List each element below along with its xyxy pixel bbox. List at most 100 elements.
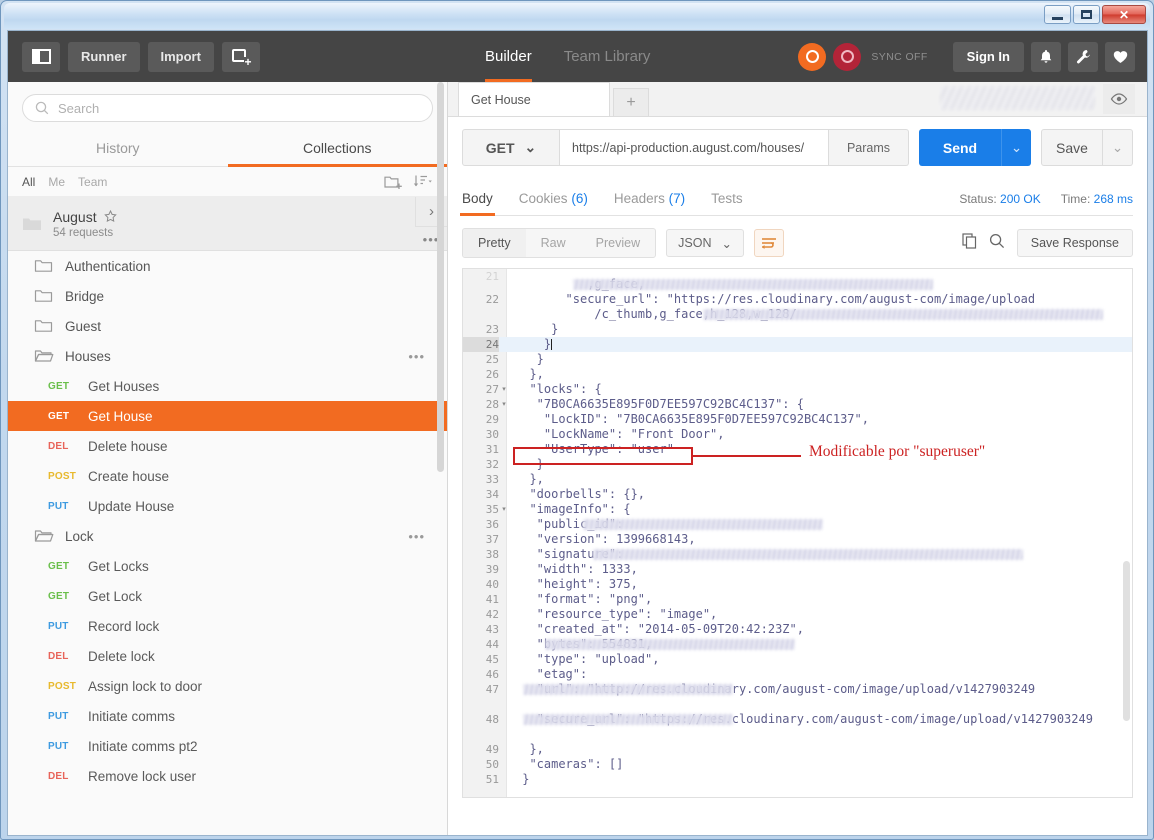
- tree-request-assign-lock-to-door[interactable]: POST Assign lock to door: [8, 671, 447, 701]
- filter-all[interactable]: All: [22, 175, 35, 189]
- http-method-value: GET: [485, 139, 515, 156]
- sync-status-icon[interactable]: [833, 42, 862, 71]
- line-number: 47: [485, 683, 499, 696]
- tree-request-initiate-comms[interactable]: PUT Initiate comms: [8, 701, 447, 731]
- tree-request-record-lock[interactable]: PUT Record lock: [8, 611, 447, 641]
- sort-button[interactable]: [413, 174, 433, 189]
- tree-request-get-locks[interactable]: GET Get Locks: [8, 551, 447, 581]
- tab-team-library[interactable]: Team Library: [564, 31, 651, 82]
- code-scrollbar-thumb[interactable]: [1123, 561, 1130, 721]
- tree-folder-lock[interactable]: Lock •••: [8, 521, 447, 551]
- word-wrap-button[interactable]: [753, 229, 784, 257]
- settings-button[interactable]: [1068, 41, 1098, 72]
- tree-folder-bridge[interactable]: Bridge: [8, 281, 447, 311]
- new-window-button[interactable]: +: [221, 41, 260, 72]
- tree-request-update-house[interactable]: PUT Update House: [8, 491, 447, 521]
- search-input[interactable]: [58, 100, 420, 116]
- tree-folder-authentication[interactable]: Authentication: [8, 251, 447, 281]
- close-icon: ✕: [1118, 7, 1130, 22]
- code-line: 47 "url": "http://res.cloudinary.com/augu…: [463, 682, 1132, 697]
- star-icon[interactable]: [103, 210, 117, 223]
- collection-header[interactable]: August 54 requests › •••: [8, 197, 447, 251]
- copy-button[interactable]: [962, 232, 977, 254]
- add-request-tab-button[interactable]: +: [613, 88, 649, 116]
- tree-folder-more-button[interactable]: •••: [408, 349, 425, 364]
- code-fold-toggle[interactable]: ▾: [500, 502, 508, 517]
- sidebar-scrollbar-thumb[interactable]: [437, 82, 444, 472]
- heart-icon: [1113, 50, 1127, 63]
- close-button[interactable]: ✕: [1102, 5, 1146, 24]
- code-text: }: [551, 322, 559, 336]
- tree-request-delete-house[interactable]: DEL Delete house: [8, 431, 447, 461]
- language-value: JSON: [678, 236, 712, 250]
- runner-button[interactable]: Runner: [68, 41, 140, 72]
- response-tab-body[interactable]: Body: [460, 191, 495, 216]
- tree-folder-guest[interactable]: Guest: [8, 311, 447, 341]
- tree-folder-more-button[interactable]: •••: [408, 529, 425, 544]
- sidebar-tab-history[interactable]: History: [8, 131, 228, 166]
- tree-request-label: Get Lock: [88, 588, 143, 604]
- code-fold-toggle[interactable]: ▾: [500, 397, 508, 412]
- line-number: 40: [485, 578, 499, 591]
- minimize-button[interactable]: [1044, 5, 1071, 24]
- response-tab-cookies[interactable]: Cookies (6): [519, 191, 588, 215]
- code-scrollbar[interactable]: [1123, 271, 1130, 797]
- code-line: /c_thumb,g_face,h_128,w_128/: [463, 307, 1132, 322]
- sign-in-button[interactable]: Sign In: [952, 41, 1024, 72]
- search-container: [8, 82, 447, 131]
- sidebar-tab-collections[interactable]: Collections: [227, 131, 448, 167]
- language-select[interactable]: JSON ⌄: [666, 229, 744, 257]
- save-options-button[interactable]: ⌄: [1103, 129, 1133, 166]
- response-tab-tests-label: Tests: [711, 191, 743, 206]
- save-button[interactable]: Save: [1041, 129, 1103, 166]
- url-bar: GET ⌄ Params Send ⌄ Save ⌄: [462, 129, 1133, 166]
- filter-me[interactable]: Me: [48, 175, 65, 189]
- favorites-button[interactable]: [1105, 41, 1135, 72]
- environment-quicklook-button[interactable]: [1103, 84, 1135, 114]
- tree-request-get-house[interactable]: GET Get House: [8, 401, 447, 431]
- request-tab-get-house[interactable]: Get House: [458, 82, 610, 116]
- redacted-region: [940, 86, 1095, 110]
- code-text: "cameras": []: [529, 757, 624, 771]
- send-button[interactable]: Send: [919, 129, 1001, 166]
- http-method-select[interactable]: GET ⌄: [462, 129, 560, 166]
- code-line: 22 "secure_url": "https://res.cloudinary.…: [463, 292, 1132, 307]
- url-input[interactable]: [560, 129, 829, 166]
- tree-request-delete-lock[interactable]: DEL Delete lock: [8, 641, 447, 671]
- line-number: 51: [485, 773, 499, 786]
- folder-icon: [34, 258, 54, 274]
- save-response-button[interactable]: Save Response: [1016, 229, 1133, 257]
- code-line: 42 "resource_type": "image",: [463, 607, 1132, 622]
- new-folder-icon: [384, 176, 402, 189]
- code-fold-toggle[interactable]: ▾: [500, 382, 508, 397]
- code-line: 37 "version": 1399668143,: [463, 532, 1132, 547]
- search-response-button[interactable]: [989, 233, 1005, 254]
- tree-request-get-lock[interactable]: GET Get Lock: [8, 581, 447, 611]
- response-body-viewer[interactable]: 21,g_face,22 "secure_url": "https://res.c…: [462, 268, 1133, 798]
- tree-request-initiate-comms-pt2[interactable]: PUT Initiate comms pt2: [8, 731, 447, 761]
- filter-team[interactable]: Team: [78, 175, 107, 189]
- format-pretty-button[interactable]: Pretty: [463, 229, 526, 257]
- send-options-button[interactable]: ⌄: [1001, 129, 1031, 166]
- notifications-button[interactable]: [1031, 41, 1061, 72]
- tree-folder-houses[interactable]: Houses •••: [8, 341, 447, 371]
- tree-request-get-houses[interactable]: GET Get Houses: [8, 371, 447, 401]
- format-preview-button[interactable]: Preview: [581, 229, 655, 257]
- search-box[interactable]: [22, 94, 433, 122]
- params-button[interactable]: Params: [829, 129, 909, 166]
- format-raw-button[interactable]: Raw: [526, 229, 581, 257]
- tree-request-remove-lock-user[interactable]: DEL Remove lock user: [8, 761, 447, 789]
- response-tab-headers[interactable]: Headers (7): [614, 191, 685, 215]
- status-value: 200 OK: [1000, 192, 1041, 206]
- code-line: 49},: [463, 742, 1132, 757]
- tab-builder[interactable]: Builder: [485, 31, 532, 82]
- response-tab-tests[interactable]: Tests: [711, 191, 743, 215]
- sidebar-scrollbar[interactable]: [437, 82, 444, 835]
- new-folder-button[interactable]: [384, 174, 403, 190]
- tree-request-create-house[interactable]: POST Create house: [8, 461, 447, 491]
- maximize-button[interactable]: [1073, 5, 1100, 24]
- code-line: 39 "width": 1333,: [463, 562, 1132, 577]
- request-method-badge: GET: [48, 560, 70, 572]
- import-button[interactable]: Import: [147, 41, 214, 72]
- sidebar-toggle-button[interactable]: [22, 41, 60, 72]
